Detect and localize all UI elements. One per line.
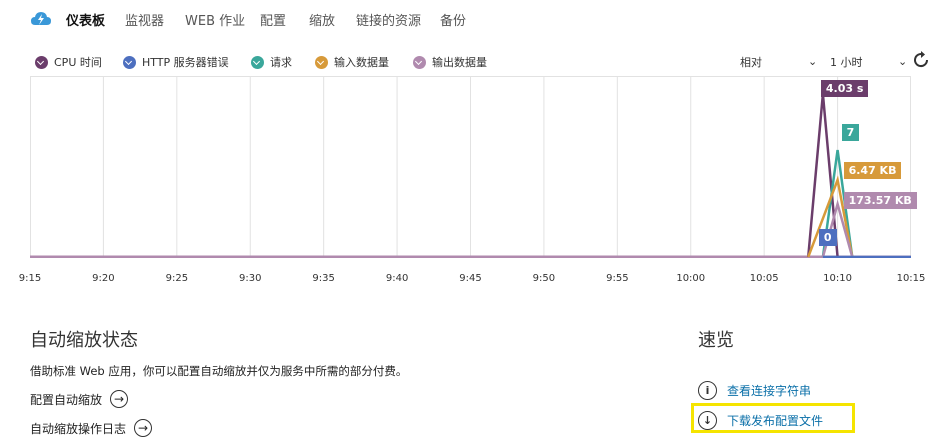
top-nav: 仪表板 监视器 WEB 作业 配置 缩放 链接的资源 备份 (0, 0, 939, 38)
autoscale-title: 自动缩放状态 (30, 330, 138, 351)
peak-label: 7 (841, 124, 860, 141)
chevron-down-icon[interactable]: ⌄ (808, 55, 817, 68)
legend-item-requests[interactable]: 请求 (251, 54, 292, 70)
x-tick-label: 9:40 (385, 273, 409, 284)
autoscale-log-link[interactable]: 自动缩放操作日志 → (30, 419, 153, 437)
x-tick-label: 9:50 (532, 273, 556, 284)
check-icon (315, 55, 328, 69)
tab-backup[interactable]: 备份 (440, 10, 466, 29)
refresh-icon[interactable] (911, 50, 931, 70)
x-tick-label: 9:45 (459, 273, 482, 284)
configure-autoscale-link[interactable]: 配置自动缩放 → (30, 390, 129, 408)
chart-legend: CPU 时间 HTTP 服务器错误 请求 输入数据量 输出数据量 (0, 52, 939, 72)
tab-webjobs[interactable]: WEB 作业 (185, 10, 245, 29)
autoscale-description: 借助标准 Web 应用，你可以配置自动缩放并仅为服务中所需的部分付费。 (30, 364, 408, 378)
quick-glance-title: 速览 (698, 330, 734, 351)
x-tick-label: 10:05 (749, 273, 779, 284)
cloud-logo-icon (31, 12, 51, 25)
legend-item-http-errors[interactable]: HTTP 服务器错误 (123, 54, 229, 70)
x-tick-label: 9:20 (92, 273, 115, 284)
legend-item-data-in[interactable]: 输入数据量 (315, 54, 389, 70)
info-icon: i (698, 381, 717, 400)
mode-select[interactable]: 相对 (740, 54, 762, 70)
check-icon (251, 55, 264, 69)
x-tick-label: 10:00 (676, 273, 706, 284)
arrow-right-icon: → (110, 390, 129, 408)
tab-linked-resources[interactable]: 链接的资源 (356, 10, 421, 29)
peak-label: 0 (818, 229, 837, 246)
tab-scale[interactable]: 缩放 (309, 10, 335, 29)
chevron-down-icon[interactable]: ⌄ (898, 55, 907, 68)
x-tick-label: 10:10 (823, 273, 852, 284)
tab-dashboard[interactable]: 仪表板 (66, 10, 105, 29)
check-icon (123, 55, 136, 69)
x-tick-label: 9:55 (606, 273, 629, 284)
peak-label: 173.57 KB (843, 192, 917, 209)
view-connection-strings-link[interactable]: i 查看连接字符串 (698, 381, 811, 400)
check-icon (35, 55, 48, 69)
x-tick-label: 9:35 (312, 273, 335, 284)
arrow-right-icon: → (134, 419, 153, 437)
check-icon (413, 55, 426, 69)
highlight-box (691, 403, 855, 433)
range-select[interactable]: 1 小时 (830, 54, 863, 70)
peak-label: 6.47 KB (843, 162, 902, 179)
legend-item-data-out[interactable]: 输出数据量 (413, 54, 487, 70)
peak-label: 4.03 s (820, 80, 869, 97)
x-tick-label: 10:15 (896, 273, 926, 284)
tab-monitor[interactable]: 监视器 (125, 10, 164, 29)
x-tick-label: 9:15 (18, 273, 42, 284)
metrics-chart (30, 76, 911, 258)
legend-item-cpu[interactable]: CPU 时间 (35, 54, 102, 70)
x-tick-label: 9:25 (165, 273, 189, 284)
tab-configure[interactable]: 配置 (260, 10, 286, 29)
x-tick-label: 9:30 (239, 273, 262, 284)
